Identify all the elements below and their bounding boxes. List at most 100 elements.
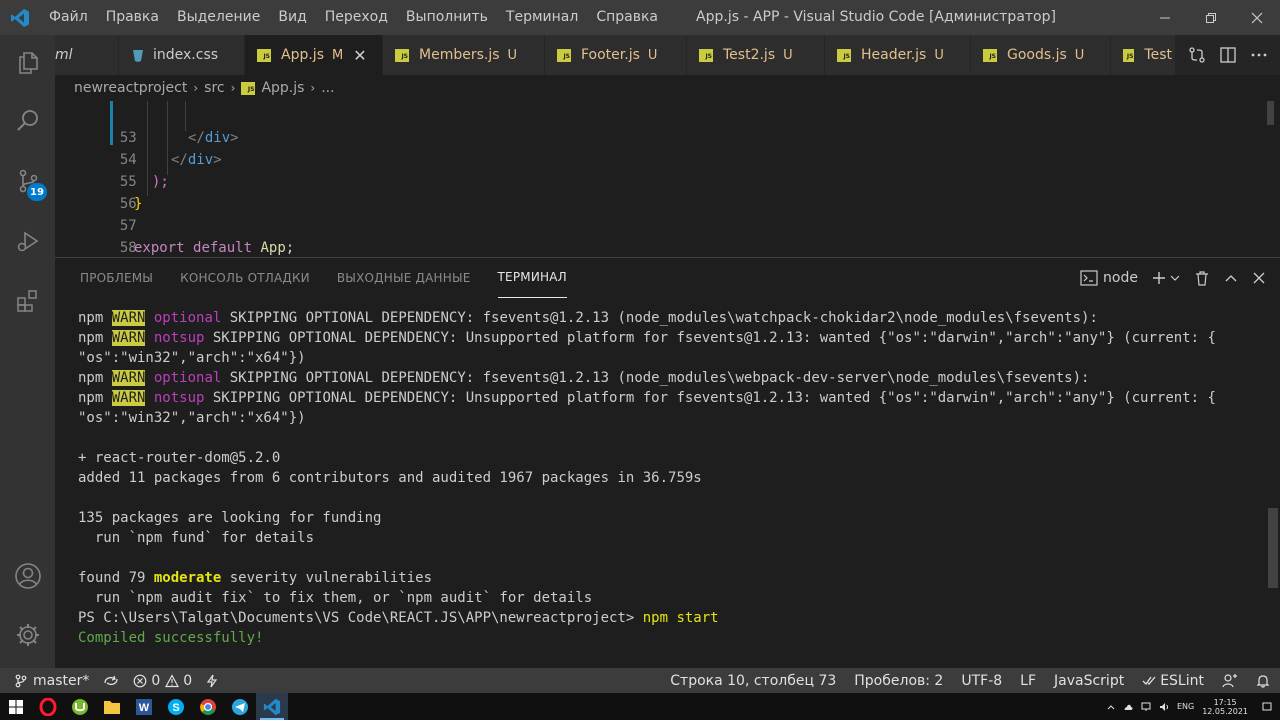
manage-button[interactable] xyxy=(0,607,55,663)
terminal-line: added 11 packages from 6 contributors an… xyxy=(78,470,702,486)
tab-footer-js[interactable]: JS Footer.js U xyxy=(545,35,687,75)
terminal-line: + react-router-dom@5.2.0 xyxy=(78,450,281,466)
tab-header-js[interactable]: JS Header.js U xyxy=(825,35,971,75)
breadcrumb-symbol[interactable]: ... xyxy=(321,80,334,96)
tab-members-js[interactable]: JS Members.js U xyxy=(383,35,545,75)
explorer-button[interactable] xyxy=(0,35,55,91)
opera-icon xyxy=(39,697,57,716)
notifications-button[interactable] xyxy=(1256,674,1270,688)
menu-view[interactable]: Вид xyxy=(269,0,315,35)
action-center-button[interactable] xyxy=(1262,702,1272,712)
split-editor-icon[interactable] xyxy=(1219,46,1237,64)
terminal-line: run `npm fund` for details xyxy=(78,530,315,546)
close-panel-button[interactable] xyxy=(1252,271,1266,285)
language-mode[interactable]: JavaScript xyxy=(1054,673,1124,689)
keyword: export xyxy=(134,240,185,256)
tab-goods-js[interactable]: JS Goods.js U xyxy=(971,35,1111,75)
taskbar-utorrent[interactable] xyxy=(64,693,96,720)
code-editor[interactable]: 53 54 </div> 55 </div> 56 ); 57 } 58 59 … xyxy=(55,101,1280,257)
tab-output[interactable]: ВЫХОДНЫЕ ДАННЫЕ xyxy=(337,258,471,298)
taskbar-telegram[interactable] xyxy=(224,693,256,720)
menu-edit[interactable]: Правка xyxy=(97,0,168,35)
search-button[interactable] xyxy=(0,93,55,149)
menu-selection[interactable]: Выделение xyxy=(168,0,269,35)
trash-icon xyxy=(1196,271,1208,286)
editor-scrollbar-thumb[interactable] xyxy=(1267,101,1274,125)
tab-debug-console[interactable]: КОНСОЛЬ ОТЛАДКИ xyxy=(180,258,310,298)
terminal-scrollbar-thumb[interactable] xyxy=(1268,508,1278,588)
start-button[interactable] xyxy=(0,693,32,720)
close-window-button[interactable] xyxy=(1234,0,1280,35)
tab-terminal[interactable]: ТЕРМИНАЛ xyxy=(497,258,567,298)
terminal-line: "os":"win32","arch":"x64"}) xyxy=(78,410,306,426)
lightning-icon xyxy=(207,674,218,687)
kill-terminal-button[interactable] xyxy=(1194,270,1210,286)
tray-clock[interactable]: 17:15 12.05.2021 xyxy=(1202,698,1248,716)
more-actions-icon[interactable] xyxy=(1250,46,1268,64)
run-debug-button[interactable] xyxy=(0,213,55,269)
compare-changes-icon[interactable] xyxy=(1188,46,1206,64)
feedback-button[interactable] xyxy=(1222,673,1238,689)
sync-button[interactable] xyxy=(103,674,119,688)
line-ending[interactable]: LF xyxy=(1020,673,1036,689)
taskbar-chrome[interactable] xyxy=(192,693,224,720)
restore-button[interactable] xyxy=(1188,0,1234,35)
menu-go[interactable]: Переход xyxy=(316,0,397,35)
tab-index-css[interactable]: index.css xyxy=(119,35,245,75)
terminal-line: npm WARN optional SKIPPING OPTIONAL DEPE… xyxy=(78,310,1098,326)
tag-name: div xyxy=(187,152,214,168)
menu-help[interactable]: Справка xyxy=(587,0,667,35)
menu-file[interactable]: Файл xyxy=(40,0,97,35)
tab-test2-js[interactable]: JS Test2.js U xyxy=(687,35,825,75)
live-share-button[interactable] xyxy=(206,674,218,688)
prompt: PS C:\Users\Talgat\Documents\VS Code\REA… xyxy=(78,610,643,626)
source-control-button[interactable]: 19 xyxy=(0,153,55,209)
tab-problems[interactable]: ПРОБЛЕМЫ xyxy=(80,258,153,298)
branch-indicator[interactable]: master* xyxy=(14,673,89,689)
vscode-icon xyxy=(263,698,281,715)
plus-icon xyxy=(1153,272,1165,284)
close-tab-icon[interactable]: ✕ xyxy=(353,46,366,65)
chevron-right-icon: › xyxy=(230,81,236,95)
taskbar-opera[interactable] xyxy=(32,693,64,720)
tray-volume[interactable] xyxy=(1159,702,1169,712)
chevron-up-icon xyxy=(1107,704,1115,709)
warn-kind: notsup xyxy=(153,330,205,346)
minimize-button[interactable] xyxy=(1142,0,1188,35)
new-terminal-button[interactable] xyxy=(1152,271,1180,285)
breadcrumb-file[interactable]: App.js xyxy=(261,80,304,96)
extensions-icon xyxy=(16,290,37,312)
terminal-name: node xyxy=(1103,270,1138,286)
menu-run[interactable]: Выполнить xyxy=(397,0,497,35)
encoding[interactable]: UTF-8 xyxy=(961,673,1002,689)
maximize-panel-button[interactable] xyxy=(1224,271,1238,285)
tab-app-js[interactable]: JS App.js M ✕ xyxy=(245,35,383,75)
terminal-selector[interactable]: node xyxy=(1080,270,1138,286)
accounts-button[interactable] xyxy=(0,548,55,604)
js-icon: JS xyxy=(1123,48,1135,62)
taskbar-explorer[interactable] xyxy=(96,693,128,720)
taskbar-skype[interactable]: S xyxy=(160,693,192,720)
code-line: 58 xyxy=(55,215,1255,256)
terminal-output[interactable]: npm WARN optional SKIPPING OPTIONAL DEPE… xyxy=(78,308,1268,648)
menu-terminal[interactable]: Терминал xyxy=(497,0,587,35)
tray-app-icon[interactable] xyxy=(1123,702,1133,712)
indentation[interactable]: Пробелов: 2 xyxy=(854,673,943,689)
tray-overflow-button[interactable] xyxy=(1107,704,1115,710)
taskbar-vscode[interactable] xyxy=(256,693,288,720)
tab-xml[interactable]: ml xyxy=(55,35,119,75)
breadcrumb-src[interactable]: src xyxy=(204,80,224,96)
problems-indicator[interactable]: 0 0 xyxy=(133,673,192,689)
panel-tabs: ПРОБЛЕМЫ КОНСОЛЬ ОТЛАДКИ ВЫХОДНЫЕ ДАННЫЕ… xyxy=(80,258,594,298)
tab-test-js[interactable]: JS Test xyxy=(1111,35,1175,75)
code-line: 53 xyxy=(55,105,1255,146)
extensions-button[interactable] xyxy=(0,273,55,329)
eslint-status[interactable]: ESLint xyxy=(1142,673,1204,689)
breadcrumb-folder[interactable]: newreactproject xyxy=(74,80,187,96)
cursor-position[interactable]: Строка 10, столбец 73 xyxy=(670,673,836,689)
tray-language[interactable]: ENG xyxy=(1177,702,1194,711)
clock-date: 12.05.2021 xyxy=(1202,706,1248,716)
tray-network[interactable] xyxy=(1141,702,1151,712)
tab-label: Test xyxy=(1144,47,1172,63)
taskbar-word[interactable]: W xyxy=(128,693,160,720)
